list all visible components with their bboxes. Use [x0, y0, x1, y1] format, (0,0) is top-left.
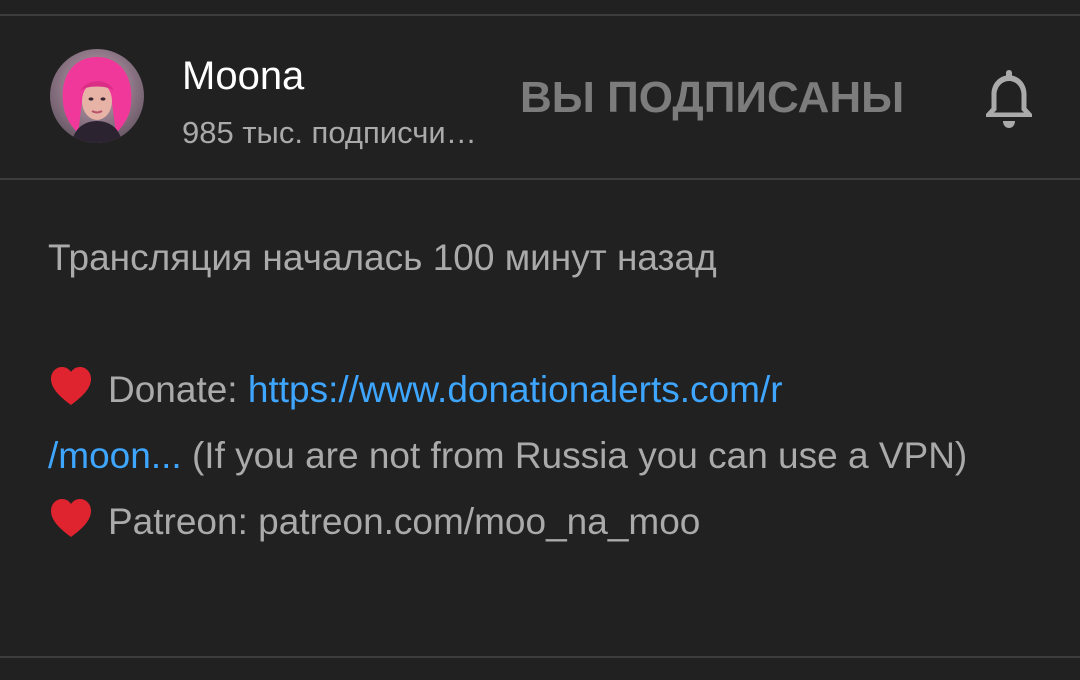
donate-line: Donate: https://www.donationalerts.com/r…: [48, 357, 1038, 489]
subscribed-button[interactable]: ВЫ ПОДПИСАНЫ: [520, 72, 904, 124]
patreon-label: Patreon:: [108, 501, 259, 542]
channel-name[interactable]: Moona: [182, 53, 304, 99]
donate-label: Donate:: [108, 369, 248, 410]
notification-bell-button[interactable]: [978, 66, 1040, 132]
avatar-image: [50, 49, 144, 143]
subscriber-count: 985 тыс. подписчиков: [182, 115, 482, 150]
patreon-line: Patreon: patreon.com/moo_na_moo: [48, 489, 1038, 555]
header-divider: [0, 178, 1080, 180]
red-heart-icon: [51, 499, 91, 537]
stream-start-text: Трансляция началась 100 минут назад: [48, 237, 717, 278]
channel-avatar[interactable]: [50, 49, 144, 143]
patreon-text: patreon.com/moo_na_moo: [258, 501, 701, 542]
bell-icon: [986, 70, 1032, 128]
donate-link-continued[interactable]: /moon...: [48, 435, 182, 476]
bottom-divider: [0, 656, 1080, 658]
channel-header[interactable]: Moona 985 тыс. подписчиков ВЫ ПОДПИСАНЫ: [0, 16, 1080, 178]
donate-note: (If you are not from Russia you can use …: [181, 435, 968, 476]
stream-description: Трансляция началась 100 минут назад Dona…: [48, 225, 1038, 555]
donate-link[interactable]: https://www.donationalerts.com/r: [248, 369, 783, 410]
red-heart-icon: [51, 367, 91, 405]
